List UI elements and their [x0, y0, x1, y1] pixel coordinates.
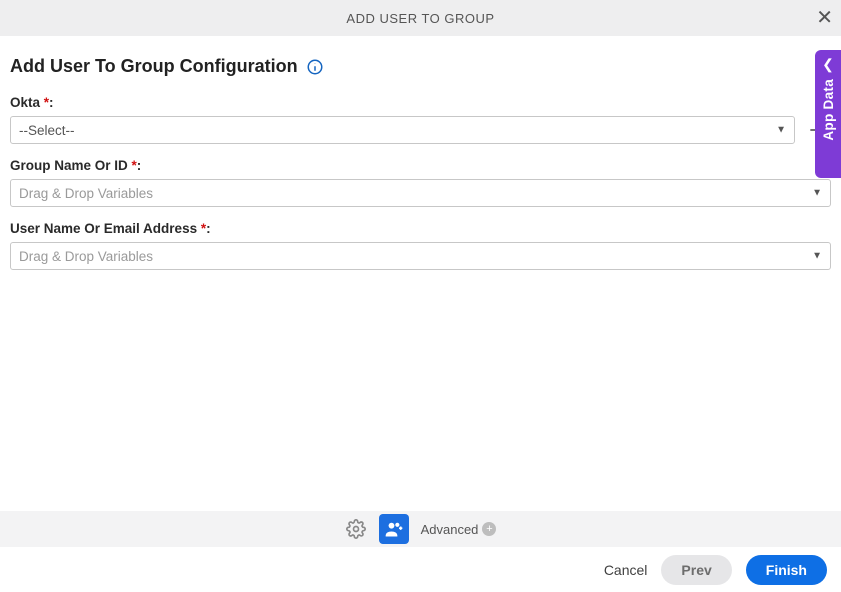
okta-select-value: --Select-- — [19, 123, 75, 138]
chevron-down-icon: ▼ — [812, 251, 822, 262]
finish-button[interactable]: Finish — [746, 555, 827, 585]
app-data-label: App Data — [821, 79, 836, 141]
chevron-down-icon: ▼ — [812, 188, 822, 199]
field-okta: Okta *: --Select-- ▼ — [10, 95, 831, 144]
group-input[interactable]: Drag & Drop Variables ▼ — [10, 179, 831, 207]
user-placeholder: Drag & Drop Variables — [19, 249, 153, 264]
chevron-down-icon: ▼ — [776, 125, 786, 136]
okta-select[interactable]: --Select-- ▼ — [10, 116, 795, 144]
app-data-side-tab[interactable]: ❮ App Data — [815, 50, 841, 178]
prev-button[interactable]: Prev — [661, 555, 731, 585]
dialog-header: ADD USER TO GROUP ✕ — [0, 0, 841, 36]
bottom-toolbar: Advanced + — [0, 511, 841, 547]
group-mode-icon[interactable] — [379, 514, 409, 544]
cancel-button[interactable]: Cancel — [604, 562, 648, 578]
advanced-label: Advanced — [421, 522, 479, 537]
field-group: Group Name Or ID *: Drag & Drop Variable… — [10, 158, 831, 207]
info-icon[interactable] — [306, 58, 324, 76]
section-title-text: Add User To Group Configuration — [10, 56, 298, 77]
dialog-title: ADD USER TO GROUP — [0, 11, 841, 26]
close-icon[interactable]: ✕ — [816, 8, 833, 28]
section-heading: Add User To Group Configuration — [10, 56, 831, 77]
advanced-link[interactable]: Advanced + — [421, 522, 497, 537]
okta-label: Okta *: — [10, 95, 831, 110]
group-label: Group Name Or ID *: — [10, 158, 831, 173]
dialog-footer: Cancel Prev Finish — [0, 548, 841, 592]
field-user: User Name Or Email Address *: Drag & Dro… — [10, 221, 831, 270]
plus-circle-icon: + — [482, 522, 496, 536]
dialog-content: Add User To Group Configuration Okta *: … — [0, 36, 841, 270]
group-placeholder: Drag & Drop Variables — [19, 186, 153, 201]
gear-icon[interactable] — [345, 518, 367, 540]
chevron-left-icon: ❮ — [822, 56, 834, 73]
user-label: User Name Or Email Address *: — [10, 221, 831, 236]
user-input[interactable]: Drag & Drop Variables ▼ — [10, 242, 831, 270]
